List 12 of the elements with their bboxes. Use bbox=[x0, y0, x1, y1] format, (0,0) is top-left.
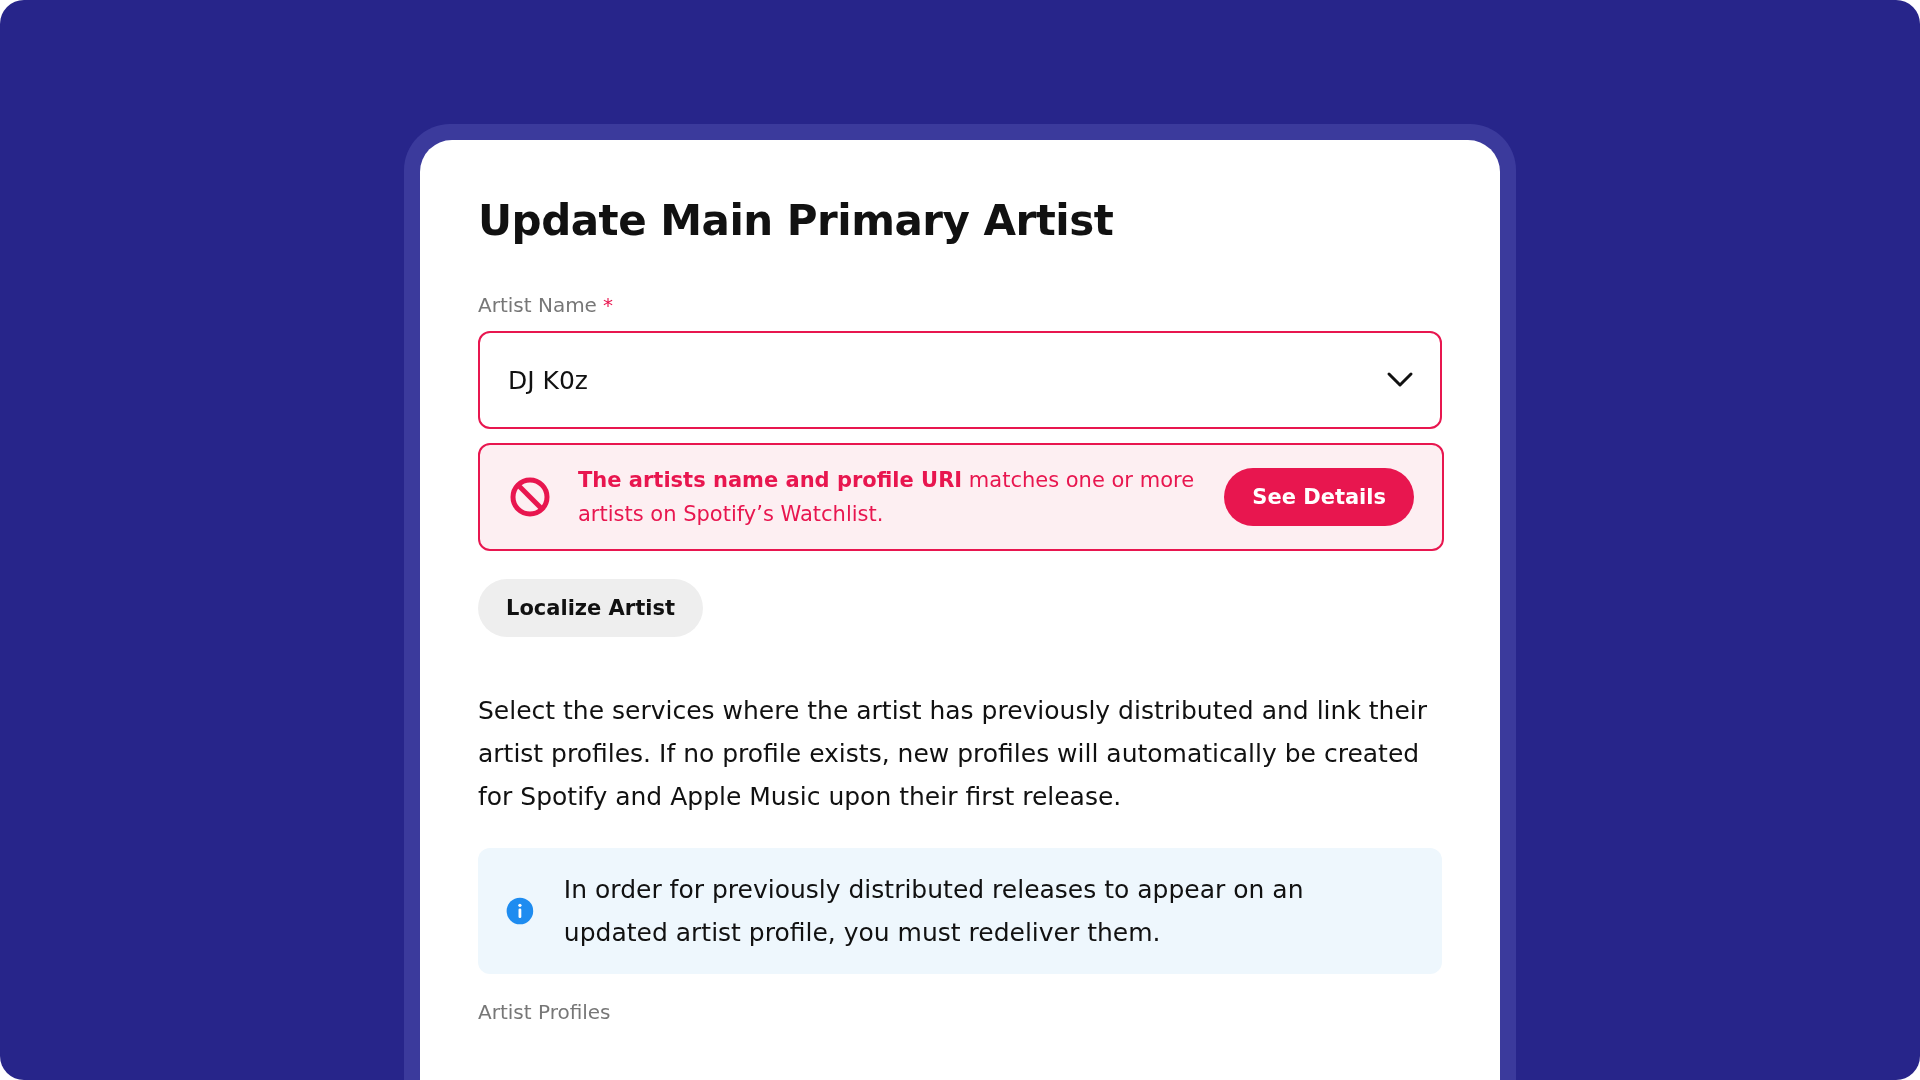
dialog-title: Update Main Primary Artist bbox=[478, 196, 1114, 245]
prohibited-icon bbox=[508, 475, 552, 519]
field-label: Artist Name bbox=[478, 293, 597, 317]
required-mark: * bbox=[602, 293, 613, 317]
section-label: Artist Profiles bbox=[478, 1000, 611, 1024]
description-text: Select the services where the artist has previously distributed and link their artist profiles. If no profile exists, new profiles will automatically be created for Spotify and Apple Music upon their first release. bbox=[478, 695, 1429, 813]
localize-artist-button[interactable]: Localize Artist bbox=[478, 579, 703, 637]
artist-select[interactable]: DJ K0z bbox=[478, 331, 1442, 429]
see-details-button[interactable]: See Details bbox=[1224, 468, 1414, 526]
info-message: In order for previously distributed releases to appear on an updated artist profile, you must redeliver them. bbox=[563, 874, 1305, 949]
alert-message: The artists name and profile URI matches one or more artists on Spotify’s Watchlist. bbox=[578, 467, 1196, 528]
chevron-down-icon bbox=[1386, 371, 1414, 389]
